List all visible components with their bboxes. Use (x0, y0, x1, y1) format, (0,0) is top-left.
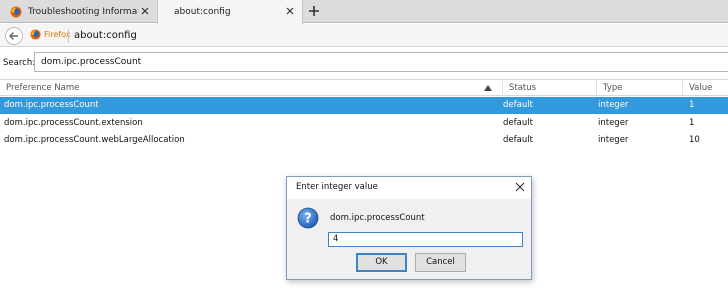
preference-value: 1 (689, 118, 695, 128)
tab-title: Troubleshooting Information (28, 6, 138, 17)
table-row[interactable]: dom.ipc.processCount.webLargeAllocation … (0, 132, 728, 149)
url-field[interactable]: about:config (74, 30, 137, 41)
table-row[interactable]: dom.ipc.processCount.extension default i… (0, 115, 728, 132)
integer-value-dialog: Enter integer value ? dom.ipc.processCou… (286, 176, 532, 280)
preference-type: integer (598, 118, 629, 128)
preference-type: integer (598, 100, 629, 110)
dialog-message: dom.ipc.processCount (330, 213, 425, 223)
firefox-icon (10, 6, 22, 17)
new-tab-icon[interactable] (306, 3, 322, 19)
tab-title: about:config (174, 7, 231, 17)
search-input[interactable]: dom.ipc.processCount (34, 52, 728, 72)
url-separator (68, 29, 69, 43)
preference-status: default (503, 135, 533, 145)
preference-name: dom.ipc.processCount (4, 100, 99, 110)
dialog-titlebar[interactable]: Enter integer value (287, 177, 531, 199)
identity-box[interactable]: Firefox (30, 29, 70, 40)
column-header-status[interactable]: Status (502, 80, 596, 96)
identity-label: Firefox (44, 30, 71, 39)
tab-about-config[interactable]: about:config (157, 0, 303, 24)
firefox-icon (30, 29, 41, 40)
search-row: Search: dom.ipc.processCount (0, 49, 728, 77)
dialog-body: ? dom.ipc.processCount 4 OK Cancel (287, 199, 531, 279)
preference-status: default (503, 100, 533, 110)
navigation-bar: Firefox about:config (0, 24, 728, 47)
cancel-button[interactable]: Cancel (415, 253, 466, 272)
preference-value: 10 (689, 135, 700, 145)
close-tab-icon[interactable] (139, 5, 151, 17)
preference-type: integer (598, 135, 629, 145)
tab-troubleshooting[interactable]: Troubleshooting Information (0, 0, 157, 23)
integer-value-input[interactable]: 4 (328, 232, 523, 247)
close-tab-icon[interactable] (284, 5, 296, 17)
close-icon[interactable] (515, 182, 525, 192)
back-button[interactable] (5, 27, 23, 45)
search-label: Search: (3, 58, 36, 68)
table-header: Preference Name Status Type Value (0, 79, 728, 96)
question-icon: ? (297, 207, 319, 229)
sort-ascending-icon (484, 85, 492, 91)
preference-name: dom.ipc.processCount.extension (4, 118, 143, 128)
svg-text:?: ? (304, 212, 312, 227)
preference-status: default (503, 118, 533, 128)
dialog-title: Enter integer value (296, 182, 378, 192)
column-header-value[interactable]: Value (682, 80, 728, 96)
tab-strip: Troubleshooting Information about:config (0, 0, 728, 24)
column-header-preference-name[interactable]: Preference Name (0, 80, 497, 96)
ok-button[interactable]: OK (356, 253, 407, 272)
preference-value: 1 (689, 100, 695, 110)
back-arrow-icon (9, 32, 18, 40)
table-row[interactable]: dom.ipc.processCount default integer 1 (0, 97, 728, 114)
column-header-type[interactable]: Type (596, 80, 682, 96)
preference-name: dom.ipc.processCount.webLargeAllocation (4, 135, 185, 145)
